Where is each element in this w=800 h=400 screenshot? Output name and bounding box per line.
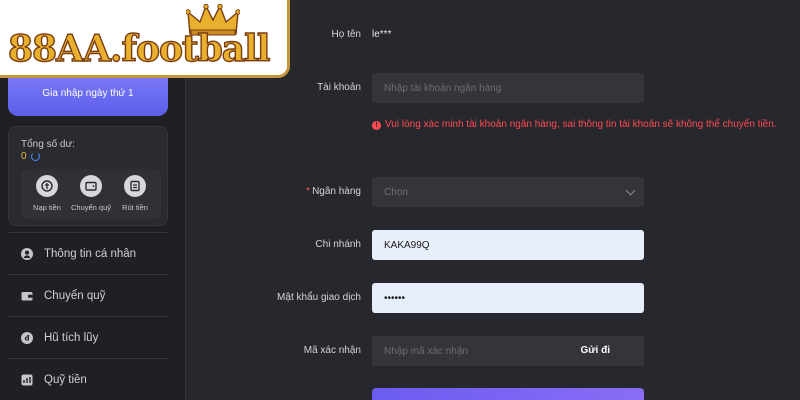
- refresh-icon[interactable]: [30, 152, 40, 161]
- submit-button[interactable]: [372, 388, 644, 400]
- name-value: le***: [372, 29, 392, 40]
- transfer-button[interactable]: Chuyển quỹ: [69, 175, 113, 219]
- balance-value: 0: [21, 151, 27, 162]
- quick-actions: Nạp tiền Chuyển quỹ Rút tiền: [21, 169, 161, 219]
- branch-label: Chi nhánh: [315, 239, 361, 250]
- user-icon: [20, 247, 34, 261]
- svg-text:đ: đ: [24, 334, 29, 342]
- bank-select[interactable]: Chọn: [372, 177, 644, 207]
- error-icon: !: [372, 121, 381, 130]
- join-days-badge: Gia nhập ngày thứ 1: [8, 72, 168, 116]
- account-warning: ! Vui lòng xác minh tài khoản ngân hàng, …: [372, 112, 792, 138]
- sidebar-menu: Thông tin cá nhân Chuyển quỹ đ Hũ tích l…: [8, 232, 168, 400]
- logo[interactable]: 88AA.football: [0, 0, 290, 78]
- account-input[interactable]: Nhập tài khoản ngân hàng: [372, 73, 644, 103]
- sidebar-item-transfer[interactable]: Chuyển quỹ: [8, 274, 168, 316]
- sidebar-item-profile[interactable]: Thông tin cá nhân: [8, 232, 168, 274]
- account-label: Tài khoản: [317, 82, 361, 93]
- branch-input[interactable]: KAKA99Q: [372, 230, 644, 260]
- sidebar-item-fund[interactable]: Quỹ tiền: [8, 358, 168, 400]
- deposit-icon: [36, 175, 58, 197]
- wallet-icon: [20, 289, 34, 303]
- deposit-button[interactable]: Nạp tiền: [25, 175, 69, 219]
- captcha-placeholder: Nhập mã xác nhận: [384, 345, 468, 357]
- send-code-button[interactable]: Gửi đi: [581, 345, 610, 356]
- withdraw-icon: [124, 175, 146, 197]
- sidebar-item-label: Thông tin cá nhân: [44, 247, 137, 260]
- withdraw-button[interactable]: Rút tiền: [113, 175, 157, 219]
- captcha-input[interactable]: Nhập mã xác nhận Gửi đi: [372, 336, 644, 366]
- sidebar-item-label: Hũ tích lũy: [44, 331, 99, 344]
- chevron-down-icon: [625, 185, 636, 196]
- balance-row: 0: [21, 151, 40, 162]
- sidebar-item-label: Chuyển quỹ: [44, 289, 106, 302]
- transfer-label: Chuyển quỹ: [70, 203, 112, 212]
- password-label: Mật khẩu giao dịch: [277, 292, 361, 303]
- sidebar-item-savings[interactable]: đ Hũ tích lũy: [8, 316, 168, 358]
- deposit-label: Nạp tiền: [33, 203, 61, 212]
- warning-text: Vui lòng xác minh tài khoản ngân hàng, s…: [385, 119, 777, 130]
- bank-placeholder: Chọn: [384, 186, 408, 198]
- withdraw-label: Rút tiền: [122, 203, 148, 212]
- bank-label-text: Ngân hàng: [312, 186, 361, 197]
- sidebar-item-label: Quỹ tiền: [44, 373, 87, 386]
- balance-label: Tổng số dư:: [21, 139, 75, 150]
- captcha-label: Mã xác nhận: [303, 345, 361, 356]
- wallet-icon: [80, 175, 102, 197]
- password-input[interactable]: ••••••: [372, 283, 644, 313]
- bank-label: * Ngân hàng: [306, 186, 361, 197]
- fund-icon: [20, 373, 34, 387]
- piggy-icon: đ: [20, 331, 34, 345]
- balance-card: Tổng số dư: 0 Nạp tiền Chuyển quỹ Rút ti…: [8, 126, 168, 226]
- logo-text: 88AA.football: [7, 27, 271, 70]
